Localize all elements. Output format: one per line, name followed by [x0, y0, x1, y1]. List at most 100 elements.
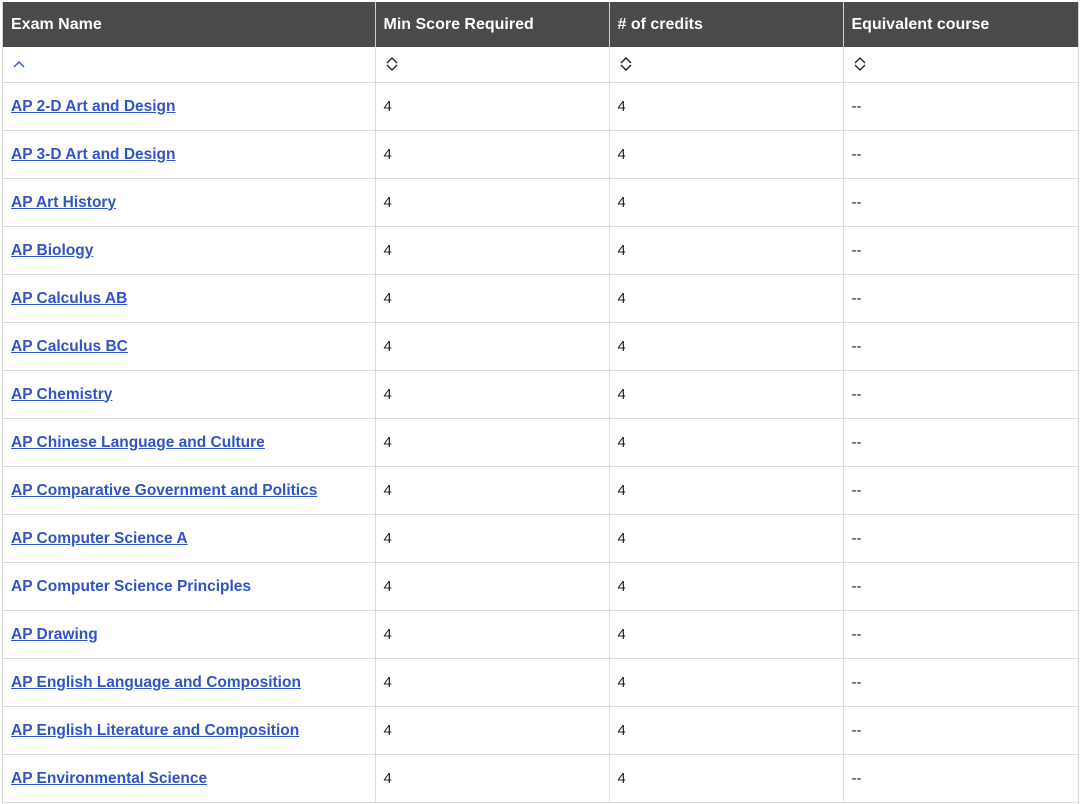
- equivalent-course-cell: --: [843, 706, 1078, 755]
- equivalent-course-cell: --: [843, 274, 1078, 323]
- credits-cell: 4: [609, 514, 844, 563]
- table-row: AP Chemistry 4 4 --: [3, 370, 1078, 419]
- table-row: AP Environmental Science 4 4 --: [3, 754, 1078, 803]
- table-row: AP English Language and Composition 4 4 …: [3, 658, 1078, 707]
- exam-link[interactable]: AP English Literature and Composition: [11, 722, 299, 739]
- credits-cell: 4: [609, 610, 844, 659]
- credits-cell: 4: [609, 322, 844, 371]
- column-header-equivalent-course: Equivalent course: [843, 2, 1078, 47]
- exam-link[interactable]: AP Computer Science Principles: [11, 578, 251, 595]
- equivalent-course-cell: --: [843, 226, 1078, 275]
- exam-credit-table-container: Exam Name Min Score Required # of credit…: [2, 2, 1079, 804]
- table-row: AP Calculus AB 4 4 --: [3, 274, 1078, 323]
- exam-name-cell: AP Calculus AB: [3, 274, 376, 323]
- credits-cell: 4: [609, 274, 844, 323]
- min-score-cell: 4: [375, 562, 610, 611]
- min-score-cell: 4: [375, 658, 610, 707]
- exam-name-cell: AP 3-D Art and Design: [3, 130, 376, 179]
- min-score-cell: 4: [375, 466, 610, 515]
- exam-name-cell: AP Biology: [3, 226, 376, 275]
- exam-name-cell: AP English Language and Composition: [3, 658, 376, 707]
- table-row: AP Computer Science A 4 4 --: [3, 514, 1078, 563]
- exam-link[interactable]: AP Drawing: [11, 626, 98, 643]
- min-score-cell: 4: [375, 706, 610, 755]
- equivalent-course-cell: --: [843, 610, 1078, 659]
- credits-cell: 4: [609, 706, 844, 755]
- equivalent-course-cell: --: [843, 658, 1078, 707]
- exam-name-cell: AP Environmental Science: [3, 754, 376, 803]
- table-body: AP 2-D Art and Design 4 4 -- AP 3-D Art …: [3, 82, 1078, 803]
- exam-link[interactable]: AP 3-D Art and Design: [11, 146, 176, 163]
- sort-cell-exam-name: [3, 47, 376, 83]
- sort-ascending-icon[interactable]: [11, 55, 27, 73]
- credits-cell: 4: [609, 418, 844, 467]
- exam-credit-table: Exam Name Min Score Required # of credit…: [3, 2, 1078, 803]
- exam-name-cell: AP Computer Science Principles: [3, 562, 376, 611]
- min-score-cell: 4: [375, 754, 610, 803]
- sort-cell-credits: [609, 47, 844, 83]
- equivalent-course-cell: --: [843, 82, 1078, 131]
- equivalent-course-cell: --: [843, 514, 1078, 563]
- credits-cell: 4: [609, 178, 844, 227]
- exam-name-cell: AP 2-D Art and Design: [3, 82, 376, 131]
- min-score-cell: 4: [375, 178, 610, 227]
- exam-link[interactable]: AP English Language and Composition: [11, 674, 301, 691]
- exam-name-cell: AP Calculus BC: [3, 322, 376, 371]
- table-row: AP Art History 4 4 --: [3, 178, 1078, 227]
- exam-link[interactable]: AP 2-D Art and Design: [11, 98, 176, 115]
- column-header-exam-name: Exam Name: [3, 2, 376, 47]
- table-row: AP Calculus BC 4 4 --: [3, 322, 1078, 371]
- min-score-cell: 4: [375, 514, 610, 563]
- credits-cell: 4: [609, 226, 844, 275]
- exam-name-cell: AP Chemistry: [3, 370, 376, 419]
- credits-cell: 4: [609, 562, 844, 611]
- sort-cell-equivalent-course: [843, 47, 1078, 83]
- table-row: AP English Literature and Composition 4 …: [3, 706, 1078, 755]
- credits-cell: 4: [609, 466, 844, 515]
- min-score-cell: 4: [375, 418, 610, 467]
- sort-cell-min-score: [375, 47, 610, 83]
- sort-controls-row: [3, 47, 1078, 83]
- exam-link[interactable]: AP Chinese Language and Culture: [11, 434, 265, 451]
- exam-link[interactable]: AP Calculus AB: [11, 290, 127, 307]
- credits-cell: 4: [609, 754, 844, 803]
- table-row: AP Chinese Language and Culture 4 4 --: [3, 418, 1078, 467]
- sort-both-icon[interactable]: [384, 55, 400, 73]
- min-score-cell: 4: [375, 322, 610, 371]
- table-header-row: Exam Name Min Score Required # of credit…: [3, 2, 1078, 47]
- min-score-cell: 4: [375, 226, 610, 275]
- exam-link[interactable]: AP Calculus BC: [11, 338, 128, 355]
- credits-cell: 4: [609, 130, 844, 179]
- equivalent-course-cell: --: [843, 322, 1078, 371]
- equivalent-course-cell: --: [843, 130, 1078, 179]
- exam-link[interactable]: AP Computer Science A: [11, 530, 188, 547]
- min-score-cell: 4: [375, 130, 610, 179]
- exam-link[interactable]: AP Biology: [11, 242, 93, 259]
- min-score-cell: 4: [375, 82, 610, 131]
- table-row: AP Biology 4 4 --: [3, 226, 1078, 275]
- equivalent-course-cell: --: [843, 466, 1078, 515]
- exam-name-cell: AP Computer Science A: [3, 514, 376, 563]
- table-row: AP 3-D Art and Design 4 4 --: [3, 130, 1078, 179]
- sort-both-icon[interactable]: [852, 55, 868, 73]
- min-score-cell: 4: [375, 610, 610, 659]
- exam-link[interactable]: AP Environmental Science: [11, 770, 207, 787]
- equivalent-course-cell: --: [843, 418, 1078, 467]
- equivalent-course-cell: --: [843, 370, 1078, 419]
- exam-link[interactable]: AP Art History: [11, 194, 116, 211]
- exam-name-cell: AP Comparative Government and Politics: [3, 466, 376, 515]
- credits-cell: 4: [609, 82, 844, 131]
- exam-link[interactable]: AP Comparative Government and Politics: [11, 482, 317, 499]
- equivalent-course-cell: --: [843, 754, 1078, 803]
- min-score-cell: 4: [375, 370, 610, 419]
- column-header-min-score: Min Score Required: [375, 2, 610, 47]
- exam-name-cell: AP Art History: [3, 178, 376, 227]
- table-row: AP 2-D Art and Design 4 4 --: [3, 82, 1078, 131]
- table-row: AP Computer Science Principles 4 4 --: [3, 562, 1078, 611]
- exam-name-cell: AP Chinese Language and Culture: [3, 418, 376, 467]
- credits-cell: 4: [609, 370, 844, 419]
- sort-both-icon[interactable]: [618, 55, 634, 73]
- equivalent-course-cell: --: [843, 178, 1078, 227]
- exam-link[interactable]: AP Chemistry: [11, 386, 112, 403]
- credits-cell: 4: [609, 658, 844, 707]
